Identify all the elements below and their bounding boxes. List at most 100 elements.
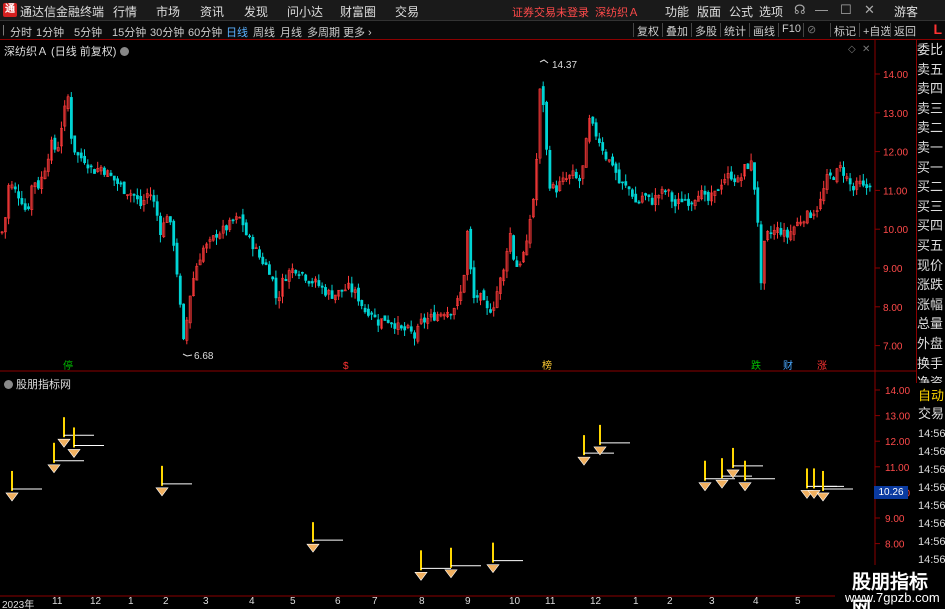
btn-multi-stock[interactable]: 多股 <box>691 23 720 38</box>
event-marker[interactable]: 跌 <box>751 359 761 372</box>
corner-label: L <box>933 21 942 37</box>
candle-body <box>79 152 83 159</box>
menu-quotes[interactable]: 行情 <box>113 3 137 20</box>
btn-stats[interactable]: 统计 <box>720 23 749 38</box>
period-monthly[interactable]: 月线 <box>280 24 302 40</box>
candle-body <box>449 313 453 316</box>
close-subchart-icon[interactable]: ✕ <box>862 44 870 55</box>
candle-body <box>169 216 172 223</box>
candle-body <box>320 285 324 288</box>
candle-body <box>611 156 615 166</box>
period-1min[interactable]: 1分钟 <box>36 24 64 40</box>
menu-options[interactable]: 选项 <box>759 3 783 20</box>
quote-field-label: 总量 <box>917 316 944 332</box>
date-tick: 2 <box>163 596 169 607</box>
watermark: 股朋指标网 www.7gpzb.com <box>835 565 945 609</box>
settings-icon[interactable] <box>4 380 13 389</box>
period-timeshare[interactable]: 分时 <box>10 24 32 40</box>
candle-body <box>350 283 354 293</box>
event-marker[interactable]: 涨 <box>817 360 827 372</box>
diamond-signal-icon <box>577 456 591 466</box>
maximize-icon[interactable]: ☐ <box>840 2 852 18</box>
menu-function[interactable]: 功能 <box>665 3 689 20</box>
close-icon[interactable]: ✕ <box>864 2 875 18</box>
period-daily[interactable]: 日线 <box>226 24 248 40</box>
trade-time: 14:56 <box>918 446 945 458</box>
headset-icon[interactable]: ☊ <box>794 2 806 18</box>
candle-body <box>403 326 407 331</box>
candle-body <box>706 192 710 201</box>
candle-body <box>489 309 492 313</box>
candle-body <box>472 267 476 299</box>
dropdown-icon[interactable] <box>119 47 129 56</box>
trade-label[interactable]: 交易 <box>918 403 944 422</box>
candle-body <box>716 189 720 192</box>
menu-bar: 通 通达信金融终端 行情 市场 资讯 发现 问小达 财富圈 交易 证券交易未登录… <box>0 0 945 21</box>
menu-assistant[interactable]: 问小达 <box>287 3 323 20</box>
indicator-title[interactable]: 股朋指标网 <box>4 376 71 392</box>
quote-field-label: 买五 <box>917 237 944 253</box>
guest-button[interactable]: 游客 <box>894 3 918 20</box>
period-30min[interactable]: 30分钟 <box>150 24 184 40</box>
candle-body <box>614 163 618 173</box>
quote-field-label: 卖五 <box>917 61 944 77</box>
event-marker[interactable]: 停 <box>63 359 73 372</box>
candle-body <box>284 279 288 281</box>
event-marker[interactable]: 榜 <box>542 359 552 372</box>
menu-wealth[interactable]: 财富圈 <box>340 3 376 20</box>
period-weekly[interactable]: 周线 <box>253 24 275 40</box>
price-tick: 7.00 <box>883 342 903 353</box>
candle-body <box>842 167 846 176</box>
period-5min[interactable]: 5分钟 <box>74 24 102 40</box>
diamond-signal-icon <box>444 569 458 579</box>
candle-body <box>627 186 631 190</box>
candle-body <box>828 172 832 176</box>
auto-label[interactable]: 自动 <box>918 385 944 404</box>
candle-body <box>86 164 90 169</box>
period-multi[interactable]: 多周期 <box>307 24 340 40</box>
candle-body <box>310 281 314 284</box>
period-more[interactable]: 更多 › <box>343 24 372 40</box>
candle-body <box>36 180 40 189</box>
period-15min[interactable]: 15分钟 <box>112 24 146 40</box>
low-annotation: 6.68 <box>194 351 214 362</box>
login-notice[interactable]: 证券交易未登录 深纺织Ａ <box>512 4 639 20</box>
candle-body <box>13 186 17 190</box>
menu-discover[interactable]: 发现 <box>244 3 268 20</box>
btn-f10[interactable]: F10 <box>778 23 804 37</box>
candle-body <box>251 236 255 250</box>
btn-overlay[interactable]: 叠加 <box>662 23 691 38</box>
btn-restore-rights[interactable]: 复权 <box>633 23 662 38</box>
menu-layout[interactable]: 版面 <box>697 3 721 20</box>
btn-drawtools-icon[interactable]: ⊘ <box>803 23 819 37</box>
menu-market[interactable]: 市场 <box>156 3 180 20</box>
btn-draw[interactable]: 画线 <box>749 23 778 38</box>
candle-body <box>119 182 123 185</box>
period-60min[interactable]: 60分钟 <box>188 24 222 40</box>
btn-mark[interactable]: 标记 <box>830 23 859 38</box>
candle-body <box>769 232 773 234</box>
candle-body <box>637 201 641 204</box>
menu-trade[interactable]: 交易 <box>395 3 419 20</box>
candle-body <box>644 193 648 196</box>
menu-news[interactable]: 资讯 <box>200 3 224 20</box>
date-tick: 2023年 <box>2 600 35 609</box>
candle-body <box>23 203 27 210</box>
quote-field-label: 委比 <box>917 42 944 57</box>
quote-field-label: 卖一 <box>917 139 944 155</box>
menu-formula[interactable]: 公式 <box>729 3 753 20</box>
candle-body <box>53 137 57 150</box>
price-tick: 12.00 <box>883 148 908 159</box>
btn-back[interactable]: 返回 <box>890 23 919 38</box>
expand-icon[interactable]: ◇ <box>848 44 856 55</box>
event-marker[interactable]: $ <box>343 361 349 372</box>
kline-chart[interactable]: 14.0013.0012.0011.0010.009.008.007.00 14… <box>0 40 916 609</box>
minimize-icon[interactable]: — <box>815 2 828 17</box>
event-marker[interactable]: 财 <box>783 359 793 372</box>
candle-body <box>548 150 552 189</box>
candle-body <box>178 275 182 305</box>
candle-body <box>267 264 271 275</box>
candle-body <box>865 184 869 189</box>
indicator-tick: 8.00 <box>885 540 905 551</box>
indicator-tick: 13.00 <box>885 412 910 423</box>
